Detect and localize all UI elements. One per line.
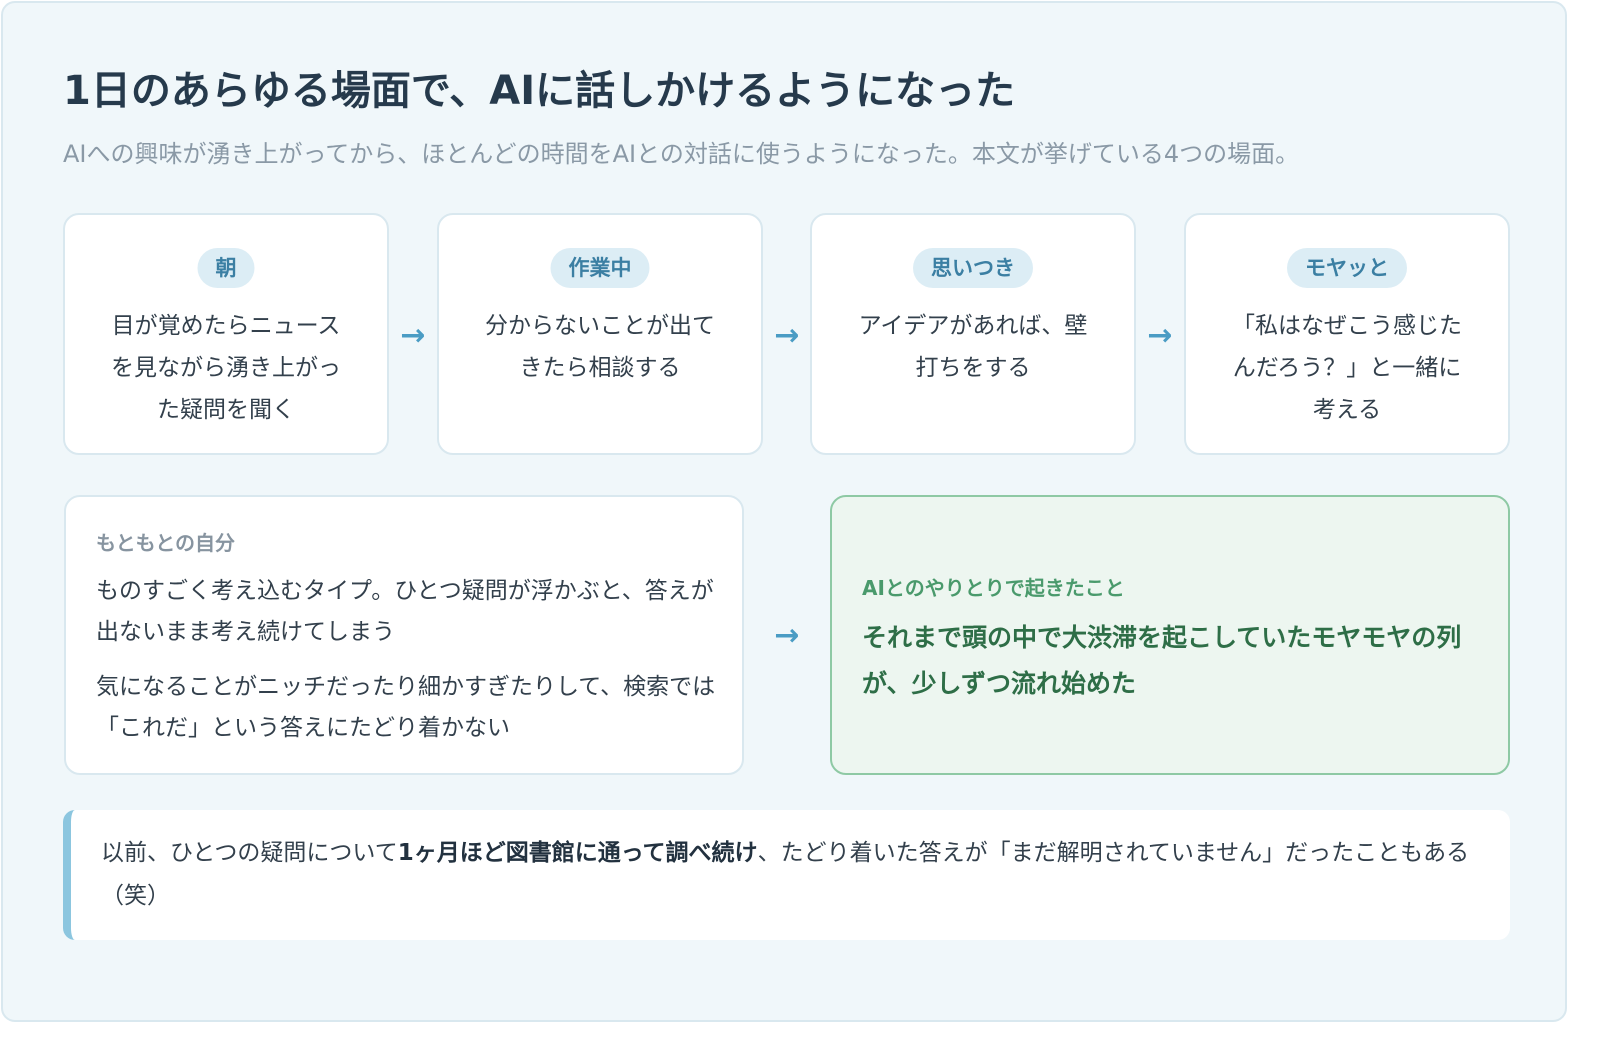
before-paragraph: 気になることがニッチだったり細かすぎたりして、検索では「これだ」という答えにたど… [96,674,716,741]
step-tag: 思いつき [913,248,1033,288]
arrow-right-icon: → [774,318,800,353]
after-box: AIとのやりとりで起きたこと それまで頭の中で大渋滞を起こしていたモヤモヤの列が… [830,495,1510,775]
step-card-working: 作業中 分からないことが出てきたら相談する [437,213,763,455]
diagram-panel: 1日のあらゆる場面で、AIに話しかけるようになった AIへの興味が湧き上がってか… [1,1,1567,1022]
arrow-right-icon: → [1147,318,1173,353]
page-subtitle: AIへの興味が湧き上がってから、ほとんどの時間をAIとの対話に使うようになった。… [63,140,1300,168]
step-text: 分からないことが出てきたら相談する [485,313,715,381]
step-text: アイデアがあれば、壁打ちをする [858,313,1088,381]
note-text: 以前、ひとつの疑問について1ヶ月ほど図書館に通って調べ続け、たどり着いた答えが「… [101,832,1481,918]
arrow-right-icon: → [774,618,800,653]
step-tag: モヤッと [1287,248,1407,288]
step-tag: 朝 [197,248,255,288]
step-card-morning: 朝 目が覚めたらニュースを見ながら湧き上がった疑問を聞く [63,213,389,455]
step-text: 「私はなぜこう感じたんだろう？」と一緒に考える [1232,313,1462,423]
note-callout: 以前、ひとつの疑問について1ヶ月ほど図書館に通って調べ続け、たどり着いた答えが「… [63,810,1510,940]
note-text-pre: 以前、ひとつの疑問について [101,840,398,866]
arrow-right-icon: → [400,318,426,353]
before-box: もともとの自分 ものすごく考え込むタイプ。ひとつ疑問が浮かぶと、答えが出ないまま… [64,495,744,775]
step-card-idea: 思いつき アイデアがあれば、壁打ちをする [810,213,1136,455]
step-tag: 作業中 [550,248,650,288]
step-text: 目が覚めたらニュースを見ながら湧き上がった疑問を聞く [111,313,341,423]
note-text-bold: 1ヶ月ほど図書館に通って調べ続け [397,840,758,866]
before-paragraph: ものすごく考え込むタイプ。ひとつ疑問が浮かぶと、答えが出ないまま考え続けてしまう [96,578,714,645]
after-heading: AIとのやりとりで起きたこと [862,576,1125,600]
page-title: 1日のあらゆる場面で、AIに話しかけるようになった [63,68,1016,114]
after-text: それまで頭の中で大渋滞を起こしていたモヤモヤの列が、少しずつ流れ始めた [862,623,1462,698]
step-card-moyamoya: モヤッと 「私はなぜこう感じたんだろう？」と一緒に考える [1184,213,1510,455]
before-heading: もともとの自分 [96,531,235,555]
